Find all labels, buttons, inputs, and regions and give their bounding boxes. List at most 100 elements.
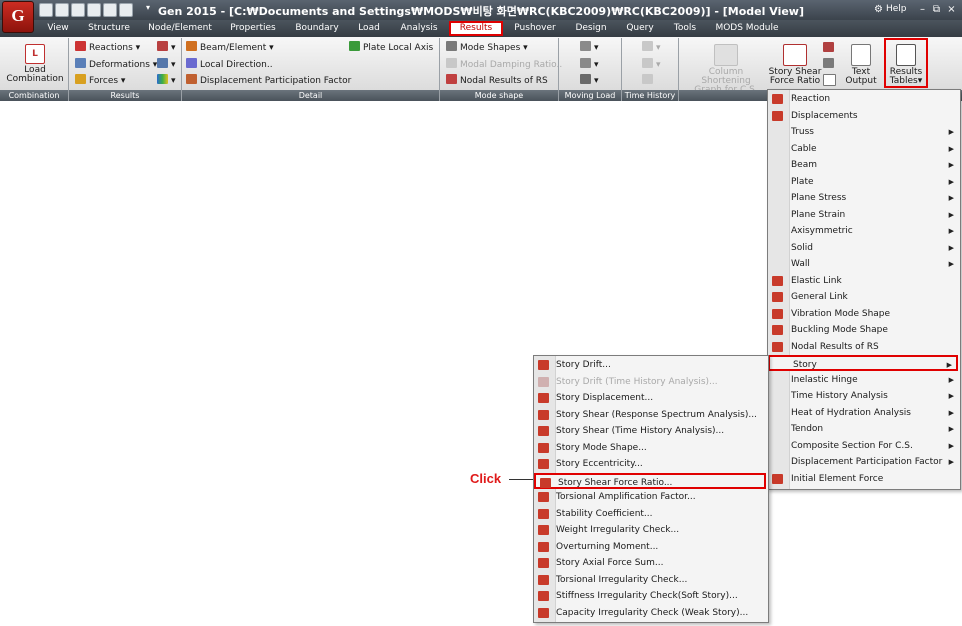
menu-item-time-history-analysis[interactable]: Time History Analysis ▶ [768, 388, 958, 404]
reaction-type-dropdown[interactable]: ▾ [157, 41, 176, 54]
app-logo[interactable]: G [2, 1, 34, 33]
tab-analysis[interactable]: Analysis [394, 22, 444, 35]
close-icon[interactable]: × [945, 3, 958, 16]
menu-item-plate[interactable]: Plate ▶ [768, 174, 958, 190]
settings-gear-icon[interactable]: ⚙ [872, 3, 885, 16]
moving-load-vehicle-dropdown[interactable]: ▾ [580, 74, 599, 87]
column-shortening-button[interactable]: Column Shortening Graph for C.S. [684, 44, 768, 95]
submenu-item-story-shear-response-spectrum-analysis[interactable]: Story Shear (Response Spectrum Analysis)… [534, 407, 766, 423]
displacement-participation-factor-button[interactable]: Displacement Participation Factor [186, 74, 351, 87]
menu-item-reaction[interactable]: Reaction [768, 91, 958, 107]
submenu-item-story-drift-time-history-analysis[interactable]: Story Drift (Time History Analysis)... [534, 374, 766, 390]
menu-item-label: Composite Section For C.S. [791, 440, 913, 451]
tab-mods-module[interactable]: MODS Module [712, 22, 782, 35]
tab-tools[interactable]: Tools [666, 22, 704, 35]
submenu-item-story-drift[interactable]: Story Drift... [534, 357, 766, 373]
beam-element-button[interactable]: Beam/Element ▾ [186, 41, 274, 54]
deformation-type-icon [157, 58, 168, 68]
submenu-item-stability-coefficient[interactable]: Stability Coefficient... [534, 506, 766, 522]
menu-item-general-link[interactable]: General Link [768, 289, 958, 305]
nodal-results-rs-button[interactable]: Nodal Results of RS [446, 74, 548, 87]
group-separator [439, 38, 440, 101]
tab-properties[interactable]: Properties [224, 22, 282, 35]
tab-view[interactable]: View [38, 22, 78, 35]
submenu-item-torsional-amplification-factor[interactable]: Torsional Amplification Factor... [534, 489, 766, 505]
submenu-item-story-axial-force-sum[interactable]: Story Axial Force Sum... [534, 555, 766, 571]
menu-item-composite-section-for-c-s[interactable]: Composite Section For C.S. ▶ [768, 438, 958, 454]
menu-item-elastic-link[interactable]: Elastic Link [768, 273, 958, 289]
menu-item-heat-of-hydration-analysis[interactable]: Heat of Hydration Analysis ▶ [768, 405, 958, 421]
load-combination-button[interactable]: L Load Combination [4, 44, 66, 84]
submenu-item-torsional-irregularity-check[interactable]: Torsional Irregularity Check... [534, 572, 766, 588]
forces-button[interactable]: Forces ▾ [75, 74, 125, 87]
deformation-type-dropdown[interactable]: ▾ [157, 58, 176, 71]
story-chart-small-icon[interactable] [823, 58, 834, 68]
menu-item-cable[interactable]: Cable ▶ [768, 141, 958, 157]
menu-item-solid[interactable]: Solid ▶ [768, 240, 958, 256]
story-shear-force-ratio-button[interactable]: Story Shear Force Ratio [768, 44, 822, 86]
open-folder-icon[interactable] [39, 3, 53, 17]
moving-load-influence-dropdown[interactable]: ▾ [580, 58, 599, 71]
print-preview-icon[interactable] [103, 3, 117, 17]
menu-item-inelastic-hinge[interactable]: Inelastic Hinge ▶ [768, 372, 958, 388]
time-history-text-dropdown[interactable]: ▾ [642, 58, 661, 71]
menu-item-buckling-mode-shape[interactable]: Buckling Mode Shape [768, 322, 958, 338]
contour-dropdown[interactable]: ▾ [157, 74, 176, 87]
menu-item-plane-stress[interactable]: Plane Stress ▶ [768, 190, 958, 206]
print-icon[interactable] [87, 3, 101, 17]
help-label[interactable]: Help [886, 4, 907, 14]
save-icon[interactable] [71, 3, 85, 17]
submenu-item-story-displacement[interactable]: Story Displacement... [534, 390, 766, 406]
menu-item-beam[interactable]: Beam ▶ [768, 157, 958, 173]
time-history-graph-dropdown[interactable]: ▾ [642, 41, 661, 54]
menu-item-axisymmetric[interactable]: Axisymmetric ▶ [768, 223, 958, 239]
tab-pushover[interactable]: Pushover [508, 22, 562, 35]
group-separator [181, 38, 182, 101]
submenu-item-weight-irregularity-check[interactable]: Weight Irregularity Check... [534, 522, 766, 538]
tab-results[interactable]: Results [449, 21, 503, 36]
submenu-item-story-shear-time-history-analysis[interactable]: Story Shear (Time History Analysis)... [534, 423, 766, 439]
menu-item-truss[interactable]: Truss ▶ [768, 124, 958, 140]
reactions-button[interactable]: Reactions ▾ [75, 41, 140, 54]
restore-icon[interactable]: ⧉ [930, 3, 943, 16]
tab-design[interactable]: Design [570, 22, 612, 35]
new-file-icon[interactable] [55, 3, 69, 17]
deformations-button[interactable]: Deformations ▾ [75, 58, 157, 71]
ribbon-tab-bar: View Structure Node/Element Properties B… [0, 20, 962, 37]
local-direction-button[interactable]: Local Direction.. [186, 58, 273, 71]
menu-item-story[interactable]: Story ▶ [768, 355, 958, 371]
menu-item-displacement-participation-factor[interactable]: Displacement Participation Factor ▶ [768, 454, 958, 470]
submenu-item-capacity-irregularity-check-weak-story[interactable]: Capacity Irregularity Check (Weak Story)… [534, 605, 766, 621]
document-small-icon[interactable] [823, 74, 836, 86]
text-output-button[interactable]: Text Output [842, 44, 880, 86]
submenu-item-label: Stability Coefficient... [556, 508, 653, 519]
submenu-item-story-mode-shape[interactable]: Story Mode Shape... [534, 440, 766, 456]
submenu-item-story-eccentricity[interactable]: Story Eccentricity... [534, 456, 766, 472]
blank-page-icon[interactable] [119, 3, 133, 17]
tab-query[interactable]: Query [620, 22, 660, 35]
story-drift-small-icon[interactable] [823, 42, 834, 52]
time-history-function-button[interactable] [642, 74, 656, 87]
menu-item-displacements[interactable]: Displacements [768, 108, 958, 124]
menu-item-tendon[interactable]: Tendon ▶ [768, 421, 958, 437]
menu-item-vibration-mode-shape[interactable]: Vibration Mode Shape [768, 306, 958, 322]
modal-damping-ratio-button[interactable]: Modal Damping Ratio.. [446, 58, 562, 71]
menu-item-initial-element-force[interactable]: Initial Element Force [768, 471, 958, 487]
story-table-icon [538, 459, 549, 469]
minimize-icon[interactable]: – [916, 3, 929, 16]
quick-access-dropdown-icon[interactable]: ▾ [141, 3, 155, 15]
story-table-icon [538, 393, 549, 403]
submenu-item-story-shear-force-ratio[interactable]: Story Shear Force Ratio... [534, 472, 766, 489]
mode-shapes-button[interactable]: Mode Shapes ▾ [446, 41, 528, 54]
tab-structure[interactable]: Structure [82, 22, 136, 35]
menu-item-plane-strain[interactable]: Plane Strain ▶ [768, 207, 958, 223]
menu-item-nodal-results-of-rs[interactable]: Nodal Results of RS [768, 339, 958, 355]
submenu-item-stiffness-irregularity-check-soft-story[interactable]: Stiffness Irregularity Check(Soft Story)… [534, 588, 766, 604]
tab-boundary[interactable]: Boundary [290, 22, 344, 35]
tab-node-element[interactable]: Node/Element [144, 22, 216, 35]
plate-local-axis-button[interactable]: Plate Local Axis [349, 41, 433, 54]
menu-item-wall[interactable]: Wall ▶ [768, 256, 958, 272]
tab-load[interactable]: Load [350, 22, 388, 35]
submenu-item-overturning-moment[interactable]: Overturning Moment... [534, 539, 766, 555]
moving-load-tracer-dropdown[interactable]: ▾ [580, 41, 599, 54]
